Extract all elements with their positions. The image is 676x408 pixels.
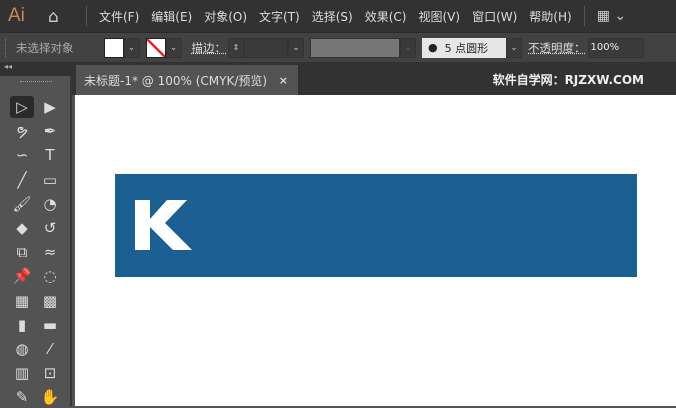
menu-item[interactable]: 文件(F) <box>93 8 145 25</box>
scale-tool-icon[interactable]: ⧉ <box>10 241 34 263</box>
brush-dropdown[interactable]: ⌄ <box>506 37 522 58</box>
menu-item[interactable]: 编辑(E) <box>145 8 198 25</box>
menu-bar: Ai ⌂ 文件(F) 编辑(E) 对象(O) 文字(T) 选择(S) 效果(C) 视图(V)… <box>0 0 676 32</box>
stroke-label[interactable]: 描边： <box>192 40 227 56</box>
blend-tool-icon[interactable]: ◍ <box>10 338 34 360</box>
fill-dropdown[interactable]: ⌄ <box>123 37 140 58</box>
artboard-canvas[interactable] <box>75 95 676 406</box>
lasso-tool-icon[interactable]: ຯ <box>10 120 34 142</box>
divider <box>583 6 585 26</box>
profile-dropdown[interactable]: ⌄ <box>400 37 416 58</box>
menu-item[interactable]: 效果(C) <box>359 8 413 25</box>
stroke-weight-stepper[interactable]: ⇕ <box>228 37 244 58</box>
direct-selection-tool-icon[interactable]: ▶ <box>38 96 62 118</box>
warp-tool-icon[interactable]: ≈ <box>38 241 62 263</box>
divider <box>86 6 87 26</box>
stroke-weight-input[interactable] <box>244 37 288 58</box>
toolbar-collapse-button[interactable]: ◂◂ <box>0 62 72 76</box>
opacity-input[interactable]: 100% <box>587 37 644 58</box>
graph-tool-icon[interactable]: ▥ <box>10 362 34 384</box>
rectangle-tool-icon[interactable]: ▭ <box>38 169 62 191</box>
tools-panel: ▷ ▶ ຯ ✒ ∽ T ╱ ▭ 🖌 ◔ ◆ ↺ ⧉ ≈ 📌 ◌ ▦ ▩ ▮ ▬ ◍ ⁄ ▥ ⊡ ✎ ✋ <box>0 76 72 406</box>
control-bar: 未选择对象 ⌄ ⌄ 描边： ⇕ ⌄ ⌄ ● 5 点圆形 ⌄ 不透明度： 100% <box>0 32 676 62</box>
line-tool-icon[interactable]: ╱ <box>10 169 34 191</box>
k-logo <box>135 200 192 250</box>
selection-status: 未选择对象 <box>16 40 74 55</box>
type-tool-icon[interactable]: T <box>38 144 62 166</box>
stroke-swatch[interactable] <box>145 37 166 58</box>
variable-width-profile[interactable] <box>310 37 400 58</box>
paintbrush-tool-icon[interactable]: 🖌 <box>10 193 34 215</box>
shaper-tool-icon[interactable]: ◔ <box>38 193 62 215</box>
document-tab-title: 未标题-1* @ 100% (CMYK/预览) <box>84 73 268 88</box>
pencil-tool-icon[interactable]: ✎ <box>10 386 34 408</box>
selection-tool-icon[interactable]: ▷ <box>10 96 34 118</box>
shape-builder-tool-icon[interactable]: ◌ <box>38 265 62 287</box>
opacity-label[interactable]: 不透明度： <box>528 40 586 56</box>
brush-label: 5 点圆形 <box>444 41 489 55</box>
document-tab-bar: 未标题-1* @ 100% (CMYK/预览) × 软件自学网：RJZXW.CO… <box>72 62 676 95</box>
artboard-tool-icon[interactable]: ⊡ <box>38 362 62 384</box>
menu-item[interactable]: 文字(T) <box>253 8 306 25</box>
measure-tool-icon[interactable]: ▬ <box>38 314 62 336</box>
app-logo: Ai <box>8 5 25 26</box>
menu-item[interactable]: 帮助(H) <box>523 8 577 25</box>
hand-tool-icon[interactable]: ✋ <box>38 386 62 408</box>
rotate-tool-icon[interactable]: ↺ <box>38 217 62 239</box>
curvature-tool-icon[interactable]: ∽ <box>10 144 34 166</box>
menu-item[interactable]: 窗口(W) <box>466 8 523 25</box>
brush-select[interactable]: ● 5 点圆形 <box>422 37 506 58</box>
stroke-weight-dropdown[interactable]: ⌄ <box>288 37 304 58</box>
gradient-tool-icon[interactable]: ▮ <box>10 314 34 336</box>
eraser-tool-icon[interactable]: ◆ <box>10 217 34 239</box>
close-tab-icon[interactable]: × <box>279 74 288 87</box>
eyedropper-tool-icon[interactable]: ⁄ <box>38 338 62 360</box>
document-tab[interactable]: 未标题-1* @ 100% (CMYK/预览) × <box>76 65 298 95</box>
blue-rectangle[interactable] <box>115 174 637 277</box>
menu-item[interactable]: 视图(V) <box>412 8 466 25</box>
mesh-tool-icon[interactable]: ▩ <box>38 290 62 312</box>
pen-tool-icon[interactable]: ✒ <box>38 120 62 142</box>
grip-handle[interactable] <box>5 38 8 57</box>
perspective-grid-tool-icon[interactable]: ▦ <box>10 290 34 312</box>
workspace-layout-icon[interactable]: ▦ ⌄ <box>597 8 626 24</box>
fill-swatch[interactable] <box>103 37 124 58</box>
grip-handle[interactable] <box>20 81 52 84</box>
puppet-warp-tool-icon[interactable]: 📌 <box>10 265 34 287</box>
home-icon[interactable]: ⌂ <box>48 7 68 27</box>
menu-item[interactable]: 对象(O) <box>198 8 253 25</box>
stroke-dropdown[interactable]: ⌄ <box>165 37 182 58</box>
watermark-text: 软件自学网：RJZXW.COM <box>492 73 644 87</box>
menu-item[interactable]: 选择(S) <box>306 8 359 25</box>
